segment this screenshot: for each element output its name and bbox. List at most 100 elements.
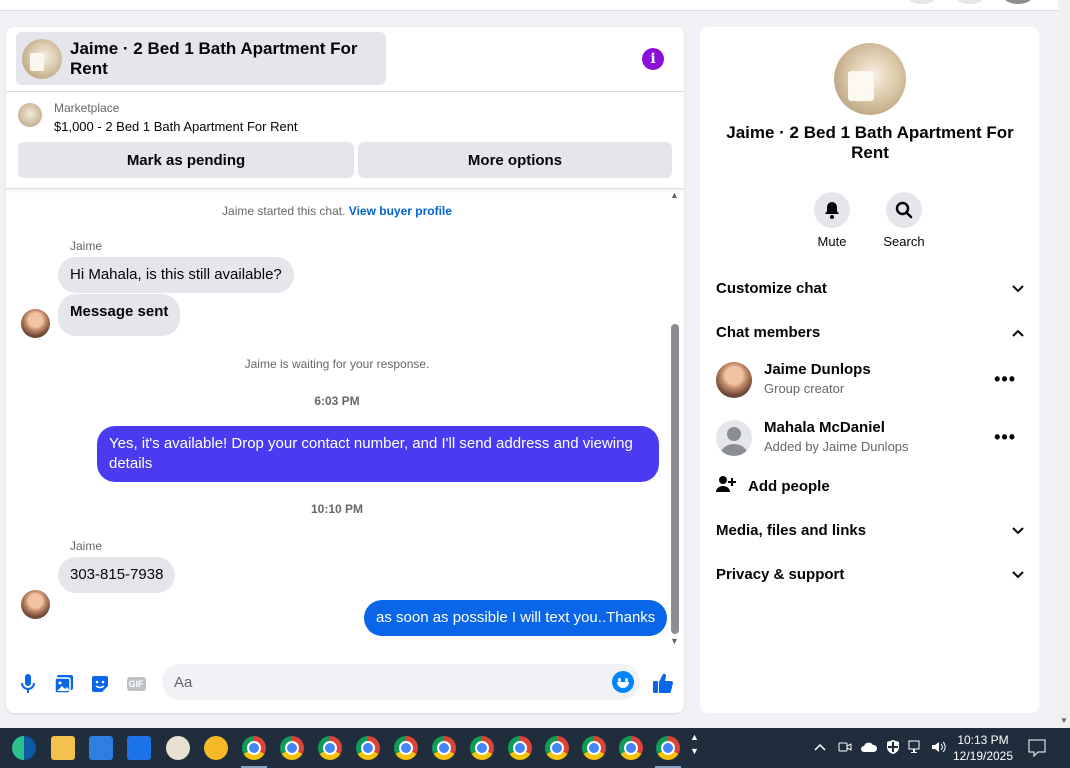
sender-name: Jaime <box>70 539 103 553</box>
more-options-button[interactable]: More options <box>358 142 672 178</box>
top-profile-avatar[interactable] <box>1002 0 1034 4</box>
chat-panel: Jaime · 2 Bed 1 Bath Apartment For Rent … <box>6 27 684 713</box>
chat-members-section[interactable]: Chat members <box>716 320 1024 344</box>
more-options-icon[interactable]: ••• <box>994 369 1016 390</box>
store-icon[interactable] <box>89 736 113 760</box>
edge-icon[interactable] <box>12 736 36 760</box>
member-row[interactable]: Mahala McDaniel Added by Jaime Dunlops •… <box>716 417 1024 461</box>
sticker-icon[interactable] <box>89 673 111 695</box>
chrome-icon[interactable] <box>619 736 643 760</box>
chrome-icon[interactable] <box>656 736 680 760</box>
thumbs-up-icon[interactable] <box>651 671 675 695</box>
chrome-icon[interactable] <box>394 736 418 760</box>
add-people-label: Add people <box>748 477 830 495</box>
meet-icon[interactable] <box>838 740 852 768</box>
mail-icon[interactable] <box>127 736 151 760</box>
chrome-icon[interactable] <box>545 736 569 760</box>
chrome-icon[interactable] <box>508 736 532 760</box>
page-scrollbar[interactable]: ▼ <box>1058 0 1070 728</box>
waiting-notice: Jaime is waiting for your response. <box>244 357 430 371</box>
sender-avatar[interactable] <box>21 309 50 338</box>
security-shield-icon[interactable] <box>886 739 900 768</box>
volume-icon[interactable] <box>931 740 947 768</box>
outgoing-message[interactable]: as soon as possible I will text you..Tha… <box>364 600 668 636</box>
chat-header: Jaime · 2 Bed 1 Bath Apartment For Rent … <box>6 27 684 92</box>
scroll-up-arrow-icon[interactable]: ▲ <box>670 190 679 200</box>
timestamp: 6:03 PM <box>314 394 360 408</box>
more-options-icon[interactable]: ••• <box>994 427 1016 448</box>
customize-chat-section[interactable]: Customize chat <box>716 276 1024 300</box>
network-icon[interactable] <box>908 740 924 768</box>
scroll-down-arrow-icon[interactable]: ▼ <box>670 636 679 646</box>
section-label: Media, files and links <box>716 521 867 539</box>
marketplace-listing-bar: Marketplace $1,000 - 2 Bed 1 Bath Apartm… <box>6 93 684 189</box>
onedrive-icon[interactable] <box>860 741 878 768</box>
photo-icon[interactable] <box>53 673 75 695</box>
chat-title-button[interactable]: Jaime · 2 Bed 1 Bath Apartment For Rent <box>16 32 386 85</box>
conversation-name: Jaime · 2 Bed 1 Bath Apartment For Rent <box>726 123 1014 162</box>
member-name: Jaime Dunlops <box>764 361 871 378</box>
chrome-icon[interactable] <box>280 736 304 760</box>
privacy-support-section[interactable]: Privacy & support <box>716 562 1024 586</box>
clock-time: 10:13 PM <box>957 733 1009 747</box>
incoming-message[interactable]: 303-815-7938 <box>58 557 176 593</box>
notifications-icon[interactable] <box>1028 739 1046 768</box>
timestamp: 10:10 PM <box>310 502 364 516</box>
message-input-box <box>162 664 640 700</box>
message-input[interactable] <box>162 664 582 700</box>
taskbar-scroll-icon[interactable]: ▲ ▼ <box>690 730 699 768</box>
file-explorer-icon[interactable] <box>51 736 75 760</box>
listing-price-title[interactable]: $1,000 - 2 Bed 1 Bath Apartment For Rent <box>54 119 298 134</box>
message-list: Jaime started this chat. View buyer prof… <box>6 190 684 650</box>
clock-date: 12/19/2025 <box>952 749 1014 763</box>
member-row[interactable]: Jaime Dunlops Group creator ••• <box>716 359 1024 403</box>
add-people-button[interactable]: Add people <box>716 473 830 499</box>
message-composer: GIF <box>6 657 684 713</box>
mute-action[interactable]: Mute <box>802 192 862 249</box>
top-messenger-icon[interactable] <box>954 0 986 4</box>
weather-icon[interactable] <box>204 736 228 760</box>
system-clock[interactable]: 10:13 PM 12/19/2025 <box>948 732 1018 764</box>
sender-avatar[interactable] <box>21 590 50 619</box>
chat-started-text: Jaime started this chat. <box>222 204 346 218</box>
conversation-avatar[interactable] <box>834 43 906 115</box>
section-label: Customize chat <box>716 279 827 297</box>
chevron-down-icon <box>1012 566 1024 583</box>
chrome-icon[interactable] <box>318 736 342 760</box>
chevron-down-icon <box>1012 280 1024 297</box>
info-icon[interactable]: i <box>642 48 664 70</box>
top-navigation-bar <box>0 0 1058 11</box>
add-person-icon <box>716 475 736 497</box>
view-buyer-profile-link[interactable]: View buyer profile <box>349 204 452 218</box>
gif-icon[interactable]: GIF <box>125 673 147 695</box>
show-hidden-icons-icon[interactable] <box>814 740 826 768</box>
member-avatar[interactable] <box>716 362 752 398</box>
conversation-info-panel: Jaime · 2 Bed 1 Bath Apartment For Rent … <box>700 27 1039 713</box>
paint-icon[interactable] <box>166 736 190 760</box>
listing-source: Marketplace <box>54 101 120 115</box>
mark-as-pending-button[interactable]: Mark as pending <box>18 142 354 178</box>
emoji-icon[interactable] <box>612 671 634 693</box>
chat-scrollbar[interactable]: ▲ ▼ <box>668 190 682 650</box>
chrome-icon[interactable] <box>432 736 456 760</box>
chrome-icon[interactable] <box>470 736 494 760</box>
incoming-message[interactable]: Hi Mahala, is this still available? <box>58 257 294 293</box>
chrome-icon[interactable] <box>582 736 606 760</box>
mute-label: Mute <box>817 234 847 249</box>
incoming-message[interactable]: Message sent <box>58 294 181 336</box>
chrome-icon[interactable] <box>242 736 266 760</box>
outgoing-message[interactable]: Yes, it's available! Drop your contact n… <box>97 426 659 482</box>
member-avatar[interactable] <box>716 420 752 456</box>
media-files-links-section[interactable]: Media, files and links <box>716 518 1024 542</box>
member-role: Added by Jaime Dunlops <box>764 439 909 454</box>
chrome-icon[interactable] <box>356 736 380 760</box>
scrollbar-thumb[interactable] <box>671 324 679 634</box>
search-action[interactable]: Search <box>874 192 934 249</box>
top-menu-icon[interactable] <box>906 0 938 4</box>
microphone-icon[interactable] <box>17 673 39 695</box>
search-icon[interactable] <box>886 192 922 228</box>
listing-thumbnail[interactable] <box>18 103 42 127</box>
bell-icon[interactable] <box>814 192 850 228</box>
sender-name: Jaime <box>70 239 103 253</box>
listing-avatar <box>22 38 62 79</box>
